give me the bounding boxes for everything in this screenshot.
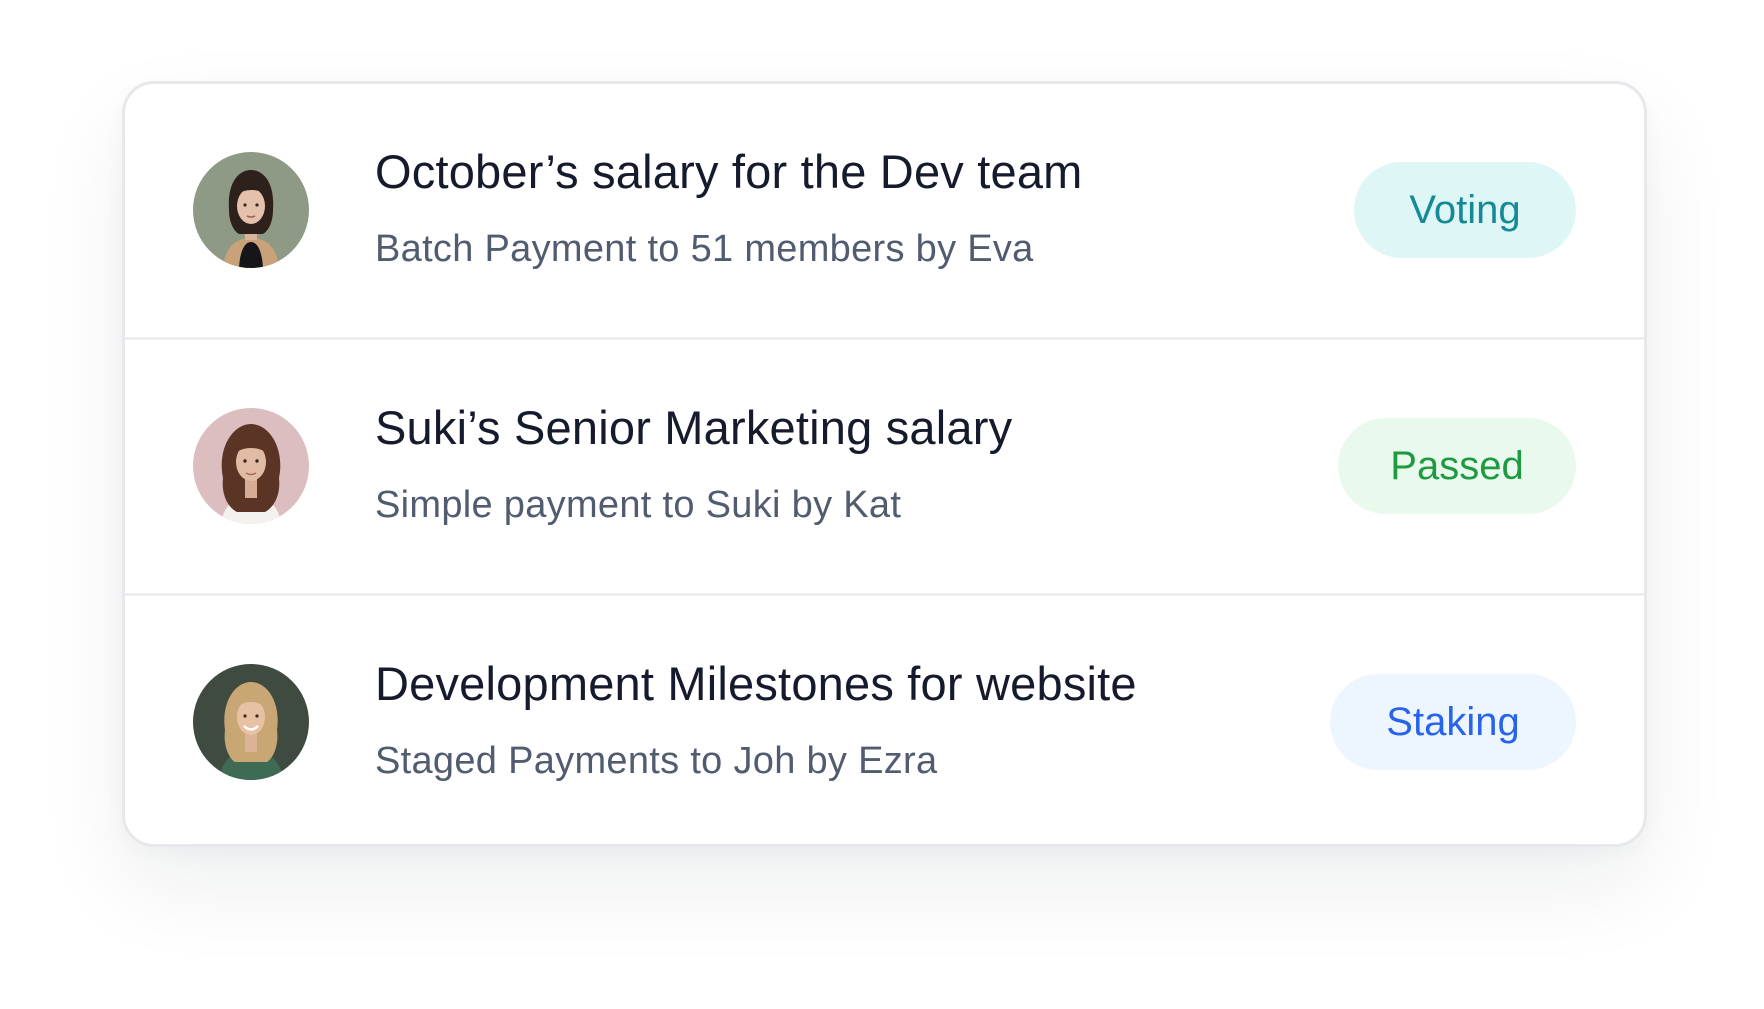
proposal-title: October’s salary for the Dev team	[375, 145, 1083, 198]
proposal-title: Suki’s Senior Marketing salary	[375, 401, 1013, 454]
proposal-title: Development Milestones for website	[375, 657, 1137, 710]
proposal-subtitle: Simple payment to Suki by Kat	[375, 484, 902, 526]
proposal-row[interactable]: Suki’s Senior Marketing salary Simple pa…	[125, 340, 1644, 596]
woman-dark-bob-hair-avatar	[193, 152, 309, 268]
proposal-subtitle: Batch Payment to 51 members by Eva	[375, 228, 1034, 270]
woman-long-wavy-hair-avatar	[193, 408, 309, 524]
status-badge: Passed	[1338, 418, 1576, 514]
avatar	[193, 408, 309, 524]
proposal-subtitle: Staged Payments to Joh by Ezra	[375, 740, 938, 782]
woman-blonde-hair-avatar	[193, 664, 309, 780]
status-badge: Voting	[1354, 162, 1576, 258]
avatar	[193, 152, 309, 268]
proposal-list-card: October’s salary for the Dev team Batch …	[122, 81, 1647, 847]
status-badge: Staking	[1330, 674, 1576, 770]
avatar	[193, 664, 309, 780]
stage: October’s salary for the Dev team Batch …	[0, 0, 1764, 1009]
proposal-row[interactable]: Development Milestones for website Stage…	[125, 596, 1644, 844]
proposal-row[interactable]: October’s salary for the Dev team Batch …	[125, 84, 1644, 340]
